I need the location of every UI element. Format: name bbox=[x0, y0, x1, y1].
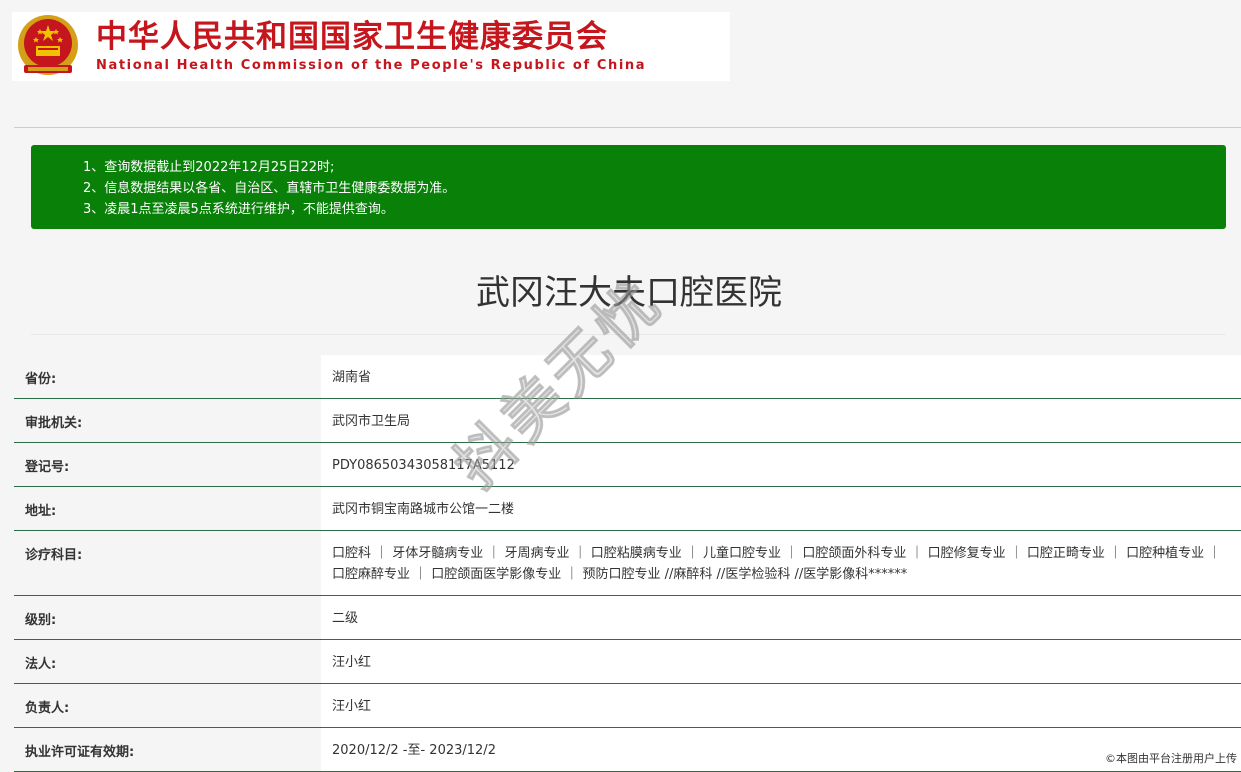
table-row: 审批机关: 武冈市卫生局 bbox=[14, 399, 1241, 443]
title-divider bbox=[31, 334, 1226, 335]
level-value: 二级 bbox=[321, 596, 1241, 639]
license-validity-value: 2020/12/2 -至- 2023/12/2 bbox=[321, 728, 1241, 771]
site-title-en: National Health Commission of the People… bbox=[96, 58, 647, 73]
province-label: 省份: bbox=[25, 372, 57, 387]
level-label: 级别: bbox=[25, 613, 57, 628]
table-row: 诊疗科目: 口腔科 ｜ 牙体牙髓病专业 ｜ 牙周病专业 ｜ 口腔粘膜病专业 ｜ … bbox=[14, 531, 1241, 596]
table-row: 登记号: PDY08650343058117A5112 bbox=[14, 443, 1241, 487]
manager-value: 汪小红 bbox=[321, 684, 1241, 727]
registration-label: 登记号: bbox=[25, 460, 70, 475]
hospital-name: 武冈汪大夫口腔医院 bbox=[476, 273, 782, 313]
site-title-cn: 中华人民共和国国家卫生健康委员会 bbox=[96, 19, 608, 55]
legal-person-value: 汪小红 bbox=[321, 640, 1241, 683]
license-validity-label: 执业许可证有效期: bbox=[25, 745, 135, 760]
table-row: 法人: 汪小红 bbox=[14, 640, 1241, 684]
notice-line: 3、凌晨1点至凌晨5点系统进行维护，不能提供查询。 bbox=[83, 202, 394, 217]
upload-note: ©本图由平台注册用户上传 bbox=[1105, 752, 1237, 765]
notice-banner: 1、查询数据截止到2022年12月25日22时; 2、信息数据结果以各省、自治区… bbox=[31, 145, 1226, 229]
authority-label: 审批机关: bbox=[25, 416, 83, 431]
notice-line: 1、查询数据截止到2022年12月25日22时; bbox=[83, 160, 335, 175]
header-divider bbox=[14, 127, 1241, 128]
departments-value: 口腔科 ｜ 牙体牙髓病专业 ｜ 牙周病专业 ｜ 口腔粘膜病专业 ｜ 儿童口腔专业… bbox=[321, 531, 1241, 595]
registration-value: PDY08650343058117A5112 bbox=[321, 443, 1241, 486]
address-value: 武冈市铜宝南路城市公馆一二楼 bbox=[321, 487, 1241, 530]
table-row: 负责人: 汪小红 bbox=[14, 684, 1241, 728]
manager-label: 负责人: bbox=[25, 701, 70, 716]
legal-person-label: 法人: bbox=[25, 657, 57, 672]
table-row: 级别: 二级 bbox=[14, 596, 1241, 640]
table-row: 省份: 湖南省 bbox=[14, 355, 1241, 399]
site-header: 中华人民共和国国家卫生健康委员会 National Health Commiss… bbox=[12, 12, 730, 81]
notice-line: 2、信息数据结果以各省、自治区、直辖市卫生健康委数据为准。 bbox=[83, 181, 456, 196]
departments-label: 诊疗科目: bbox=[25, 548, 83, 563]
table-row: 地址: 武冈市铜宝南路城市公馆一二楼 bbox=[14, 487, 1241, 531]
address-label: 地址: bbox=[25, 504, 57, 519]
province-value: 湖南省 bbox=[321, 355, 1241, 398]
authority-value: 武冈市卫生局 bbox=[321, 399, 1241, 442]
national-emblem-icon bbox=[18, 14, 78, 75]
hospital-details-table: 省份: 湖南省 审批机关: 武冈市卫生局 登记号: PDY08650343058… bbox=[14, 355, 1241, 772]
table-row: 执业许可证有效期: 2020/12/2 -至- 2023/12/2 bbox=[14, 728, 1241, 772]
